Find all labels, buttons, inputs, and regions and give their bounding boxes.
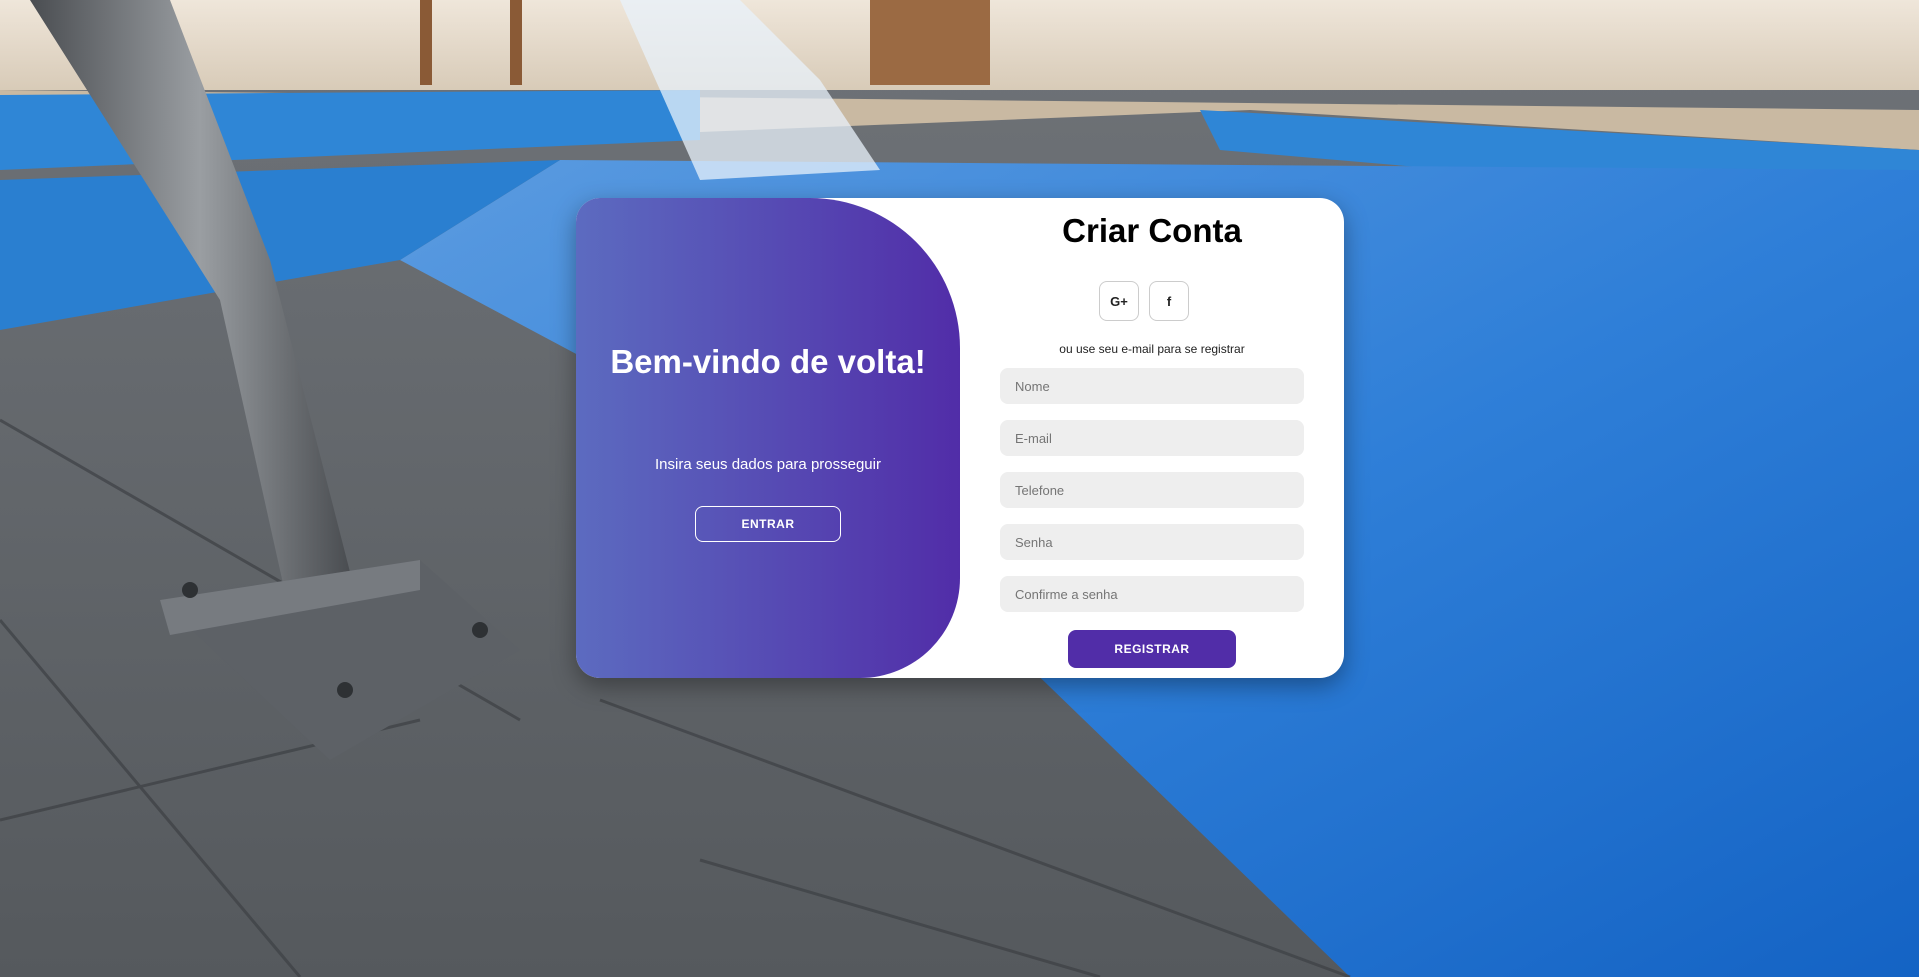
- form-title: Criar Conta: [1062, 212, 1242, 249]
- google-plus-icon: G+: [1110, 293, 1128, 309]
- welcome-subtitle: Insira seus dados para prosseguir: [655, 456, 881, 473]
- auth-card: Bem-vindo de volta! Insira seus dados pa…: [576, 198, 1344, 678]
- welcome-panel: Bem-vindo de volta! Insira seus dados pa…: [576, 198, 960, 678]
- phone-input[interactable]: [1000, 472, 1304, 508]
- facebook-login-button[interactable]: f: [1149, 281, 1189, 321]
- register-button[interactable]: REGISTRAR: [1068, 630, 1236, 668]
- confirm-password-input[interactable]: [1000, 576, 1304, 612]
- or-use-email-text: ou use seu e-mail para se registrar: [1059, 342, 1245, 356]
- register-form: Criar Conta G+ f ou use seu e-mail para …: [960, 198, 1344, 678]
- password-input[interactable]: [1000, 524, 1304, 560]
- email-input[interactable]: [1000, 420, 1304, 456]
- enter-button[interactable]: ENTRAR: [695, 506, 841, 542]
- name-input[interactable]: [1000, 368, 1304, 404]
- facebook-icon: f: [1166, 293, 1172, 309]
- google-login-button[interactable]: G+: [1099, 281, 1139, 321]
- welcome-title: Bem-vindo de volta!: [610, 343, 926, 380]
